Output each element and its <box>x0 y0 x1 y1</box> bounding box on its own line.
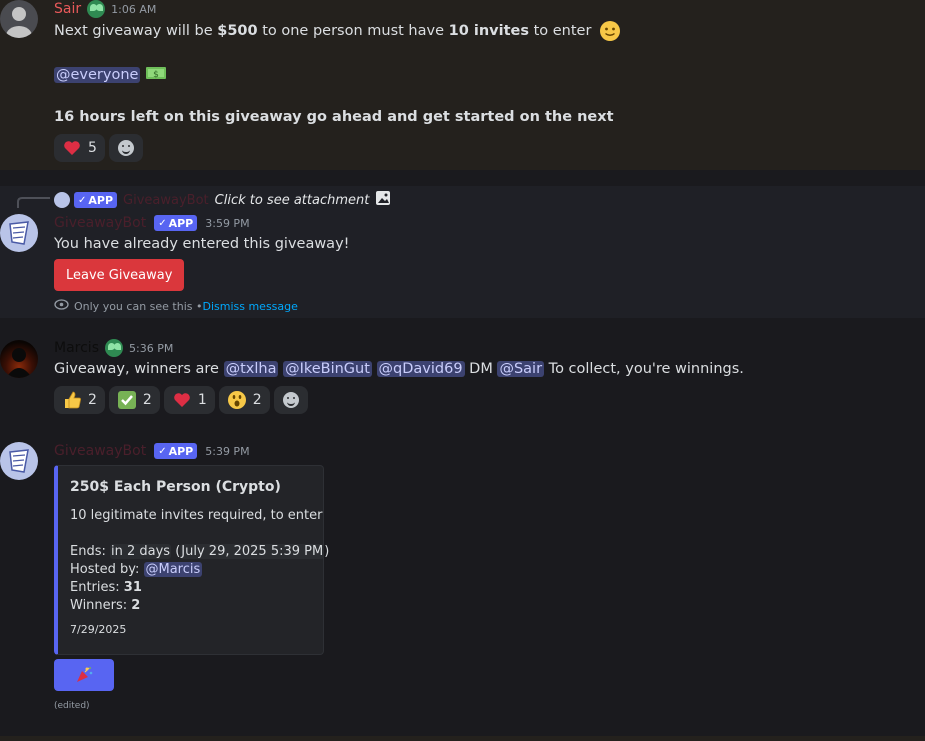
reaction-heart[interactable]: 5 <box>54 134 105 162</box>
image-icon <box>375 190 391 210</box>
add-reaction-icon <box>117 140 134 156</box>
app-tag: ✓ APP <box>154 215 198 231</box>
add-reaction-icon <box>282 392 299 408</box>
avatar-sair[interactable] <box>0 0 38 38</box>
message-text: You have already entered this giveaway! <box>54 236 350 252</box>
giveaway-embed: 250$ Each Person (Crypto) 10 legitimate … <box>54 465 329 655</box>
mention-sair[interactable]: @Sair <box>497 361 545 377</box>
check-mark-icon <box>117 390 137 410</box>
eye-icon <box>54 299 69 313</box>
heart-icon <box>62 138 82 158</box>
reaction-check[interactable]: 2 <box>108 386 160 414</box>
bottom-divider <box>0 736 925 741</box>
username-giveawaybot[interactable]: GiveawayBot <box>54 443 146 459</box>
message-line-1: Next giveaway will be $500 to one person… <box>54 20 621 42</box>
app-tag: ✓ APP <box>154 443 198 459</box>
avatar-giveawaybot[interactable] <box>0 442 38 480</box>
giveaway-bot-icon <box>9 449 29 473</box>
reaction-surprised[interactable]: 2 <box>218 386 270 414</box>
embed-winners: Winners: 2 <box>70 598 141 613</box>
dollar-emoji-icon: $ <box>145 65 167 85</box>
reaction-heart[interactable]: 1 <box>163 386 215 414</box>
message-line-3: 16 hours left on this giveaway go ahead … <box>54 109 614 125</box>
ephemeral-note: Only you can see this • Dismiss message <box>54 299 298 313</box>
add-reaction-button[interactable] <box>273 386 308 414</box>
message-line-2: @everyone $ <box>54 65 167 85</box>
timestamp[interactable]: 3:59 PM <box>205 217 249 230</box>
dismiss-message-link[interactable]: Dismiss message <box>202 300 297 313</box>
reply-preview[interactable]: Click to see attachment <box>215 193 370 208</box>
edited-label: (edited) <box>54 701 90 711</box>
mention-txlha[interactable]: @txlha <box>223 361 279 377</box>
reactions-bar: 5 <box>54 134 143 162</box>
message-text: Giveaway, winners are @txlha @IkeBinGut … <box>54 361 744 377</box>
timestamp[interactable]: 5:36 PM <box>129 342 173 355</box>
reply-app-tag: ✓ APP <box>74 192 118 208</box>
silhouette-icon <box>6 348 32 378</box>
embed-ends: Ends: in 2 days (July 29, 2025 5:39 PM) <box>70 544 330 559</box>
default-avatar-icon <box>6 7 32 38</box>
embed-hosted-by: Hosted by: @Marcis <box>70 562 203 577</box>
reactions-bar: 2 2 1 2 <box>54 386 308 414</box>
embed-entries: Entries: 31 <box>70 580 142 595</box>
mention-qdavid69[interactable]: @qDavid69 <box>376 361 465 377</box>
avatar-giveawaybot[interactable] <box>0 214 38 252</box>
message-sair: Sair 1:06 AM Next giveaway will be $500 … <box>0 0 925 170</box>
role-leaf-icon <box>105 339 123 357</box>
giveaway-bot-icon <box>9 221 29 245</box>
username-marcis[interactable]: Marcis <box>54 340 99 356</box>
username-giveawaybot[interactable]: GiveawayBot <box>54 215 146 231</box>
svg-text:$: $ <box>153 70 159 80</box>
message-giveawaybot-ephemeral: ✓ APP GiveawayBot Click to see attachment… <box>0 186 925 318</box>
slight-smile-emoji-icon <box>599 20 621 42</box>
leave-giveaway-button[interactable]: Leave Giveaway <box>54 259 185 291</box>
mention-marcis[interactable]: @Marcis <box>143 562 203 577</box>
message-marcis: Marcis 5:36 PM Giveaway, winners are @tx… <box>0 338 925 428</box>
mention-ikebingut[interactable]: @IkeBinGut <box>283 361 372 377</box>
avatar-marcis[interactable] <box>0 340 38 378</box>
username-sair[interactable]: Sair <box>54 1 81 17</box>
embed-title: 250$ Each Person (Crypto) <box>70 479 281 495</box>
enter-giveaway-button[interactable] <box>54 659 114 691</box>
timestamp[interactable]: 1:06 AM <box>111 3 156 16</box>
party-popper-icon <box>77 667 93 682</box>
mention-everyone[interactable]: @everyone <box>54 67 141 83</box>
embed-description: 10 legitimate invites required, to enter <box>70 508 323 523</box>
surprised-face-icon <box>227 390 247 410</box>
reply-spine-icon <box>17 197 50 208</box>
role-leaf-icon <box>87 0 106 18</box>
thumbs-up-icon <box>62 390 82 410</box>
embed-footer: 7/29/2025 <box>70 623 127 636</box>
heart-icon <box>172 390 192 410</box>
reply-avatar <box>54 192 70 208</box>
add-reaction-button[interactable] <box>108 134 143 162</box>
reaction-thumbs-up[interactable]: 2 <box>54 386 105 414</box>
reply-username[interactable]: GiveawayBot <box>123 193 209 208</box>
timestamp[interactable]: 5:39 PM <box>205 445 249 458</box>
